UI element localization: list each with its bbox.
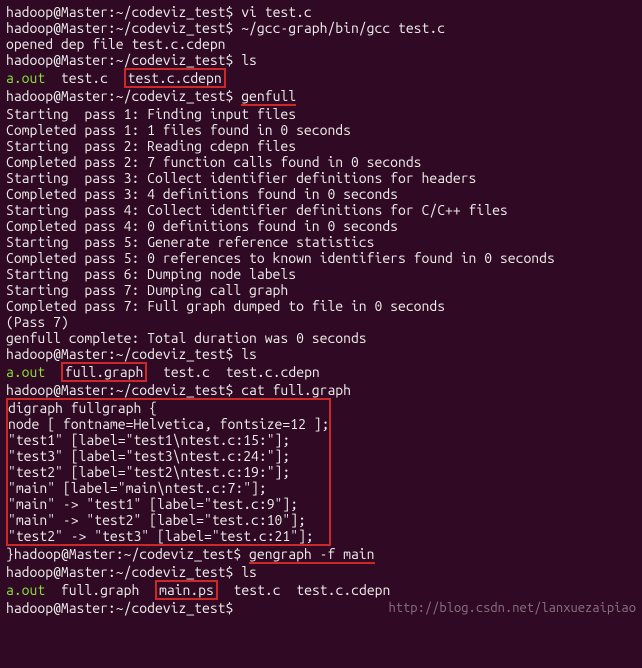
- cmd-genfull: hadoop@Master:~/codeviz_test$ genfull: [6, 88, 636, 106]
- cmd-gcc: hadoop@Master:~/codeviz_test$ ~/gcc-grap…: [6, 20, 636, 36]
- genfull-out-13: (Pass 7): [6, 314, 636, 330]
- genfull-out-3: Completed pass 2: 7 function calls found…: [6, 154, 636, 170]
- genfull-out-14: genfull complete: Total duration was 0 s…: [6, 330, 636, 346]
- ls-output-3: a.out full.graph main.ps test.c test.c.c…: [6, 580, 636, 600]
- opened-dep: opened dep file test.c.cdepn: [6, 36, 636, 52]
- genfull-out-8: Starting pass 5: Generate reference stat…: [6, 234, 636, 250]
- cmd-ls-3: hadoop@Master:~/codeviz_test$ ls: [6, 564, 636, 580]
- genfull-out-4: Starting pass 3: Collect identifier defi…: [6, 170, 636, 186]
- graph-line-8: "test2" -> "test3" [label="test.c:21"];: [8, 528, 329, 544]
- highlight-graph-block: digraph fullgraph { node [ fontname=Helv…: [6, 398, 331, 546]
- graph-line-3: "test3" [label="test3\ntest.c:24:"];: [8, 448, 329, 464]
- ls-output-1: a.out test.c test.c.cdepn: [6, 68, 636, 88]
- genfull-out-12: Completed pass 7: Full graph dumped to f…: [6, 298, 636, 314]
- highlight-gengraph: gengraph -f main: [249, 546, 374, 564]
- genfull-out-0: Starting pass 1: Finding input files: [6, 106, 636, 122]
- genfull-out-10: Starting pass 6: Dumping node labels: [6, 266, 636, 282]
- genfull-out-9: Completed pass 5: 0 references to known …: [6, 250, 636, 266]
- graph-line-4: "test2" [label="test2\ntest.c:19:"];: [8, 464, 329, 480]
- graph-line-5: "main" [label="main\ntest.c:7:"];: [8, 480, 329, 496]
- cmd-ls-2: hadoop@Master:~/codeviz_test$ ls: [6, 346, 636, 362]
- graph-line-2: "test1" [label="test1\ntest.c:15:"];: [8, 432, 329, 448]
- highlight-mainps: main.ps: [155, 580, 218, 600]
- genfull-out-5: Completed pass 3: 4 definitions found in…: [6, 186, 636, 202]
- ls-output-2: a.out full.graph test.c test.c.cdepn: [6, 362, 636, 382]
- highlight-cdepn: test.c.cdepn: [124, 68, 226, 88]
- prompt-last: hadoop@Master:~/codeviz_test$: [6, 600, 636, 616]
- genfull-out-7: Completed pass 4: 0 definitions found in…: [6, 218, 636, 234]
- graph-line-6: "main" -> "test1" [label="test.c:9"];: [8, 496, 329, 512]
- highlight-fullgraph: full.graph: [61, 362, 147, 382]
- graph-line-0: digraph fullgraph {: [8, 400, 329, 416]
- cmd-ls-1: hadoop@Master:~/codeviz_test$ ls: [6, 52, 636, 68]
- genfull-out-2: Starting pass 2: Reading cdepn files: [6, 138, 636, 154]
- cmd-vi: hadoop@Master:~/codeviz_test$ vi test.c: [6, 4, 636, 20]
- cmd-cat: hadoop@Master:~/codeviz_test$ cat full.g…: [6, 382, 636, 398]
- graph-line-1: node [ fontname=Helvetica, fontsize=12 ]…: [8, 416, 329, 432]
- highlight-genfull: genfull: [241, 88, 296, 106]
- genfull-out-11: Starting pass 7: Dumping call graph: [6, 282, 636, 298]
- cmd-gengraph: }hadoop@Master:~/codeviz_test$ gengraph …: [6, 546, 636, 564]
- genfull-out-6: Starting pass 4: Collect identifier defi…: [6, 202, 636, 218]
- graph-line-7: "main" -> "test2" [label="test.c:10"];: [8, 512, 329, 528]
- genfull-out-1: Completed pass 1: 1 files found in 0 sec…: [6, 122, 636, 138]
